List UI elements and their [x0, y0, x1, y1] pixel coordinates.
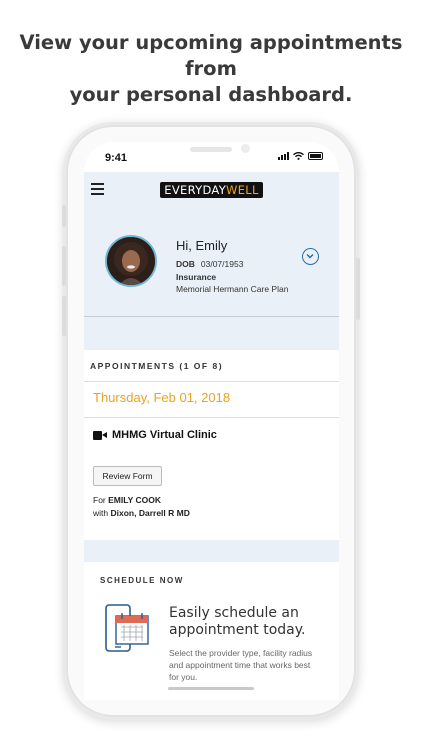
wifi-icon: [293, 152, 304, 160]
schedule-heading: SCHEDULE NOW: [100, 576, 184, 585]
status-time: 9:41: [105, 152, 128, 164]
provider-name: Dixon, Darrell R MD: [110, 508, 190, 518]
logo-text-everyday: EVERYDAY: [164, 183, 227, 197]
patient-name: EMILY COOK: [108, 495, 162, 505]
phone-calendar-icon: [105, 604, 149, 652]
for-prefix: For: [93, 495, 106, 505]
side-button-volume-down: [62, 296, 66, 336]
home-indicator[interactable]: [168, 687, 254, 690]
avatar-portrait: [107, 237, 155, 285]
status-icons: [278, 152, 323, 160]
promo-line-1: View your upcoming appointments from: [19, 31, 403, 80]
review-form-button[interactable]: Review Form: [93, 466, 162, 486]
section-spacer: [84, 317, 339, 350]
side-button-volume-up: [62, 246, 66, 286]
side-button-mute: [62, 205, 66, 227]
provider-line: with Dixon, Darrell R MD: [93, 508, 190, 518]
appointment-date[interactable]: Thursday, Feb 01, 2018: [93, 390, 230, 405]
dob-row: DOB 03/07/1953: [176, 259, 243, 269]
dob-value: 03/07/1953: [200, 259, 244, 269]
with-prefix: with: [93, 508, 109, 518]
patient-line: For EMILY COOK: [93, 495, 161, 505]
logo-text-well: WELL: [226, 183, 259, 197]
brand-logo[interactable]: EVERYDAYWELL: [160, 182, 263, 198]
divider: [84, 381, 339, 382]
dob-label: DOB: [176, 259, 195, 269]
video-camera-icon: [93, 430, 107, 440]
schedule-title[interactable]: Easily schedule an appointment today.: [169, 605, 329, 639]
clinic-title: MHMG Virtual Clinic: [93, 429, 217, 441]
insurance-plan: Memorial Hermann Care Plan: [176, 284, 289, 294]
promo-caption: View your upcoming appointments from you…: [0, 30, 422, 108]
hamburger-menu-icon[interactable]: [91, 183, 104, 195]
chevron-down-circle-icon[interactable]: [302, 248, 319, 265]
phone-speaker: [190, 147, 232, 152]
side-button-power: [356, 258, 360, 320]
divider: [84, 417, 339, 418]
schedule-description: Select the provider type, facility radiu…: [169, 648, 313, 682]
avatar[interactable]: [105, 235, 157, 287]
clinic-name: MHMG Virtual Clinic: [112, 429, 217, 441]
section-spacer: [84, 540, 339, 562]
promo-line-2: your personal dashboard.: [69, 83, 353, 106]
appointments-heading: APPOINTMENTS (1 OF 8): [90, 361, 224, 371]
battery-icon: [308, 152, 323, 160]
greeting: Hi, Emily: [176, 238, 228, 253]
chevron-down-icon: [306, 253, 314, 259]
signal-icon: [278, 152, 289, 160]
insurance-label: Insurance: [176, 272, 217, 282]
phone-camera: [241, 144, 250, 153]
phone-screen: 9:41 EVERYDAYWELL Hi, Emily DOB 03/07/195…: [84, 142, 339, 700]
